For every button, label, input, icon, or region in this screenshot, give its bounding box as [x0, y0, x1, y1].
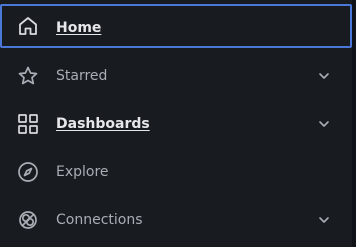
dashboards-grid-icon [16, 112, 40, 136]
home-icon [16, 14, 40, 38]
chevron-down-icon[interactable] [316, 68, 332, 84]
nav-item-label: Explore [56, 164, 109, 180]
chevron-down-icon[interactable] [316, 212, 332, 228]
nav-item-starred[interactable]: Starred [0, 52, 352, 100]
star-icon [16, 64, 40, 88]
sidebar-edge [352, 0, 356, 247]
nav-item-connections[interactable]: Connections [0, 196, 352, 244]
nav-sidebar: Home Starred Dashboards Explore Connecti… [0, 0, 352, 247]
compass-icon [16, 160, 40, 184]
chevron-down-icon[interactable] [316, 116, 332, 132]
nav-item-label: Home [56, 20, 102, 36]
nav-item-label: Connections [56, 212, 143, 228]
nav-item-label: Dashboards [56, 116, 150, 132]
nav-item-label: Starred [56, 68, 108, 84]
nav-item-home[interactable]: Home [0, 4, 352, 48]
connections-icon [16, 208, 40, 232]
nav-item-explore[interactable]: Explore [0, 148, 352, 196]
nav-item-dashboards[interactable]: Dashboards [0, 100, 352, 148]
